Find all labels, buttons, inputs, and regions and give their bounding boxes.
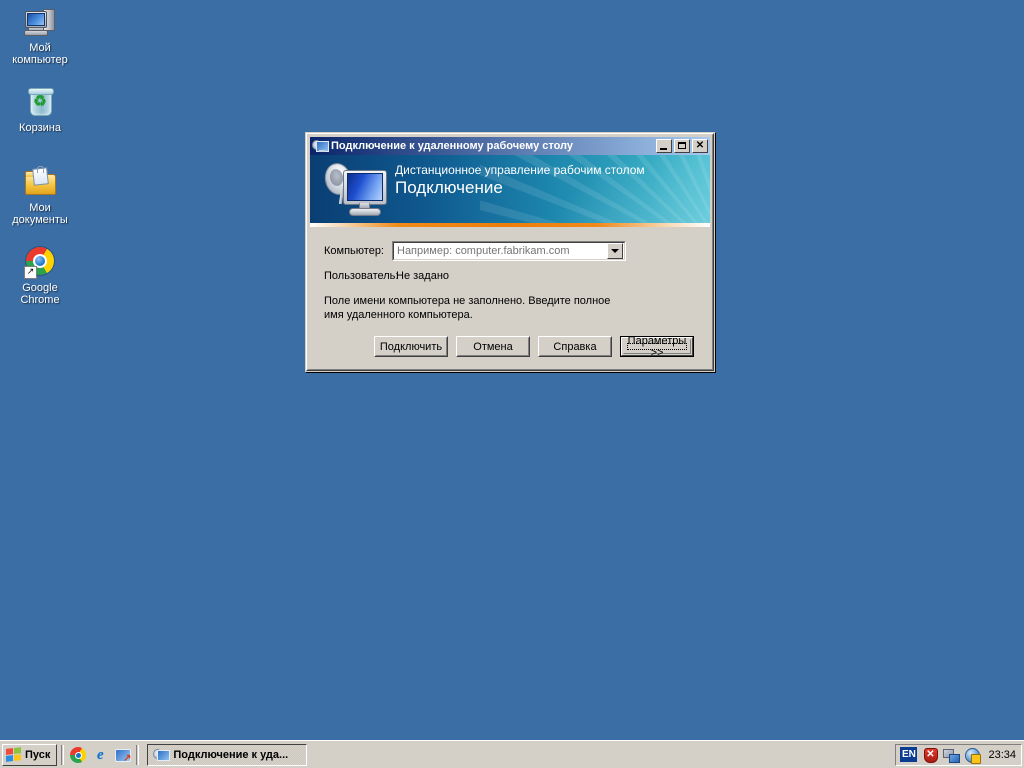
banner-title: Подключение (395, 178, 503, 197)
minimize-button[interactable] (656, 139, 672, 153)
shortcut-overlay-icon: ↗ (24, 266, 37, 279)
computer-label: Компьютер: (324, 245, 384, 257)
window-title: Подключение к удаленному рабочему столу (331, 140, 574, 152)
connect-button-label: Подключить (379, 340, 443, 353)
banner-text-block: Дистанционное управление рабочим столом … (395, 163, 710, 197)
user-label: Пользователь: (324, 270, 399, 282)
desktop-icon-my-documents[interactable]: Мои документы (2, 166, 78, 226)
taskbar-separator (61, 744, 65, 765)
system-tray[interactable]: EN ✕ 23:34 (895, 743, 1022, 766)
desktop-icon-label: Мой компьютер (12, 42, 68, 66)
cancel-button[interactable]: Отмена (456, 336, 530, 357)
windows-update-icon[interactable] (964, 747, 982, 764)
help-button-label: Справка (553, 340, 597, 353)
desktop-icon-recycle-bin[interactable]: ♻ Корзина (2, 86, 78, 134)
windows-logo-icon (6, 746, 22, 763)
options-button[interactable]: Параметры >> (620, 334, 694, 359)
window-titlebar[interactable]: Подключение к удаленному рабочему столу … (310, 137, 710, 155)
quicklaunch-chrome[interactable] (70, 746, 87, 763)
taskbar[interactable]: Пуск e ↗ Подключение к уда... EN ✕ 23:34 (0, 740, 1024, 768)
quicklaunch-internet-explorer[interactable]: e (92, 747, 108, 763)
minimize-icon (657, 140, 671, 152)
remote-desktop-connection-window[interactable]: Подключение к удаленному рабочему столу … (305, 132, 715, 372)
maximize-button[interactable] (674, 139, 690, 153)
dialog-banner: Дистанционное управление рабочим столом … (310, 155, 710, 223)
hint-text: Поле имени компьютера не заполнено. Введ… (324, 295, 611, 321)
desktop-icon-label: Корзина (19, 122, 61, 134)
internet-explorer-icon: e (97, 746, 104, 763)
taskbar-window-list[interactable]: Подключение к уда... (143, 743, 895, 766)
clock[interactable]: 23:34 (985, 749, 1016, 761)
desktop-icon-label: Мои документы (12, 202, 68, 226)
quick-launch-bar[interactable]: e ↗ (68, 746, 132, 764)
user-value: Не задано (396, 270, 450, 282)
network-connection-icon[interactable] (943, 747, 961, 763)
user-field-row: Пользователь: Не задано (324, 270, 696, 282)
help-button[interactable]: Справка (538, 336, 612, 357)
options-button-label: Параметры >> (627, 334, 687, 359)
remote-desktop-icon (312, 138, 329, 154)
start-button[interactable]: Пуск (2, 743, 58, 766)
language-indicator[interactable]: EN (900, 747, 918, 762)
shortcut-overlay-icon: ↗ (122, 752, 132, 764)
taskbar-window-rdp[interactable]: Подключение к уда... (147, 743, 308, 766)
desktop-icon-my-computer[interactable]: Мой компьютер (2, 6, 78, 66)
recycle-bin-icon: ♻ (24, 86, 56, 118)
desktop[interactable]: Мой компьютер ♻ Корзина Мои документы ↗ … (0, 0, 1024, 740)
desktop-icon-google-chrome[interactable]: ↗ Google Chrome (2, 246, 78, 306)
window-controls: ✕ (656, 139, 708, 153)
maximize-icon (675, 140, 689, 152)
close-button[interactable]: ✕ (692, 139, 708, 153)
taskbar-separator (136, 744, 140, 765)
chrome-icon: ↗ (24, 246, 56, 279)
chevron-down-icon[interactable] (607, 243, 623, 259)
dialog-body: Компьютер: Пользователь: Не задано Поле … (310, 231, 710, 367)
my-documents-icon (24, 166, 56, 198)
close-icon: ✕ (695, 140, 705, 151)
connect-button[interactable]: Подключить (374, 336, 448, 357)
quicklaunch-remote-desktop[interactable]: ↗ (114, 747, 132, 764)
dialog-button-row: Подключить Отмена Справка Параметры >> (324, 334, 696, 359)
remote-desktop-banner-icon (321, 160, 393, 220)
computer-input[interactable] (394, 243, 607, 259)
taskbar-window-label: Подключение к уда... (173, 748, 289, 761)
computer-combobox[interactable] (392, 241, 626, 261)
my-computer-icon (24, 6, 56, 38)
security-alert-icon[interactable]: ✕ (922, 747, 939, 763)
desktop-icon-label: Google Chrome (20, 282, 60, 306)
start-button-label: Пуск (25, 748, 51, 761)
cancel-button-label: Отмена (473, 340, 513, 353)
banner-subtitle: Дистанционное управление рабочим столом (395, 163, 645, 177)
remote-desktop-icon (153, 747, 171, 763)
computer-field-row: Компьютер: (324, 241, 696, 261)
